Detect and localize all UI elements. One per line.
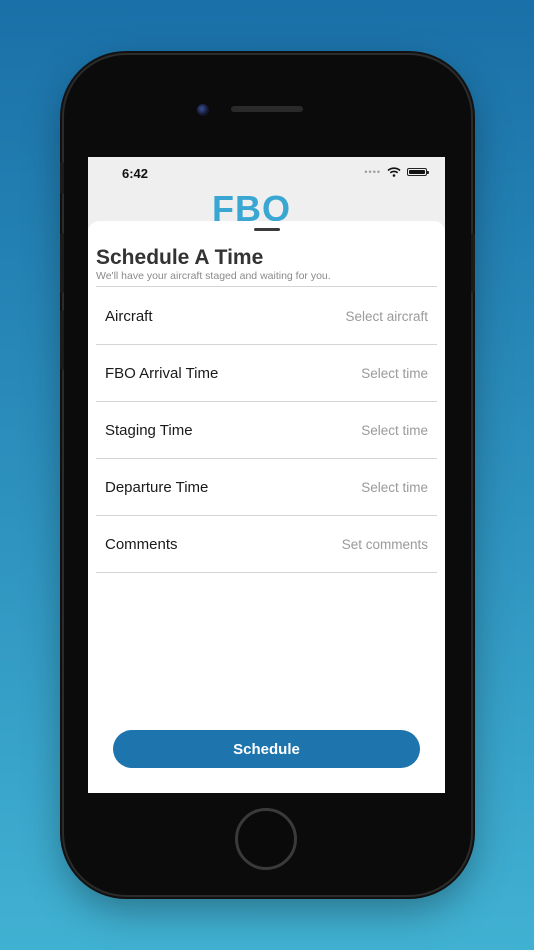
fbo-arrival-time-row[interactable]: FBO Arrival Time Select time bbox=[96, 345, 437, 402]
row-value: Select time bbox=[361, 365, 428, 381]
status-time: 6:42 bbox=[122, 166, 149, 181]
row-label: Departure Time bbox=[105, 478, 209, 496]
staging-time-row[interactable]: Staging Time Select time bbox=[96, 402, 437, 459]
departure-time-row[interactable]: Departure Time Select time bbox=[96, 459, 437, 516]
front-camera bbox=[197, 104, 209, 116]
page-subtitle: We'll have your aircraft staged and wait… bbox=[96, 270, 331, 282]
volume-down-button bbox=[60, 310, 64, 370]
row-label: FBO Arrival Time bbox=[105, 364, 219, 382]
mute-switch bbox=[60, 162, 64, 194]
battery-level bbox=[409, 170, 425, 174]
row-label: Staging Time bbox=[105, 421, 193, 439]
earpiece-speaker bbox=[231, 106, 303, 112]
screen: 6:42 •••• FBO Schedule A Time We'll have… bbox=[88, 157, 445, 793]
signal-dots-icon: •••• bbox=[364, 167, 381, 177]
row-value: Select aircraft bbox=[345, 308, 428, 324]
battery-icon bbox=[407, 168, 429, 176]
page-title: Schedule A Time bbox=[96, 246, 264, 269]
home-button[interactable] bbox=[235, 808, 297, 870]
volume-up-button bbox=[60, 233, 64, 293]
sheet-grabber[interactable] bbox=[254, 228, 280, 231]
title-divider bbox=[96, 286, 437, 287]
row-label: Comments bbox=[105, 535, 178, 553]
schedule-form-list: Aircraft Select aircraft FBO Arrival Tim… bbox=[96, 288, 437, 573]
schedule-button[interactable]: Schedule bbox=[113, 730, 420, 768]
row-label: Aircraft bbox=[105, 307, 153, 325]
row-value: Select time bbox=[361, 422, 428, 438]
row-value: Select time bbox=[361, 479, 428, 495]
power-button bbox=[471, 233, 475, 293]
wifi-icon bbox=[387, 167, 401, 177]
schedule-sheet: Schedule A Time We'll have your aircraft… bbox=[88, 221, 445, 793]
aircraft-row[interactable]: Aircraft Select aircraft bbox=[96, 288, 437, 345]
row-value: Set comments bbox=[341, 536, 428, 552]
status-icons: •••• bbox=[364, 167, 429, 177]
comments-row[interactable]: Comments Set comments bbox=[96, 516, 437, 573]
